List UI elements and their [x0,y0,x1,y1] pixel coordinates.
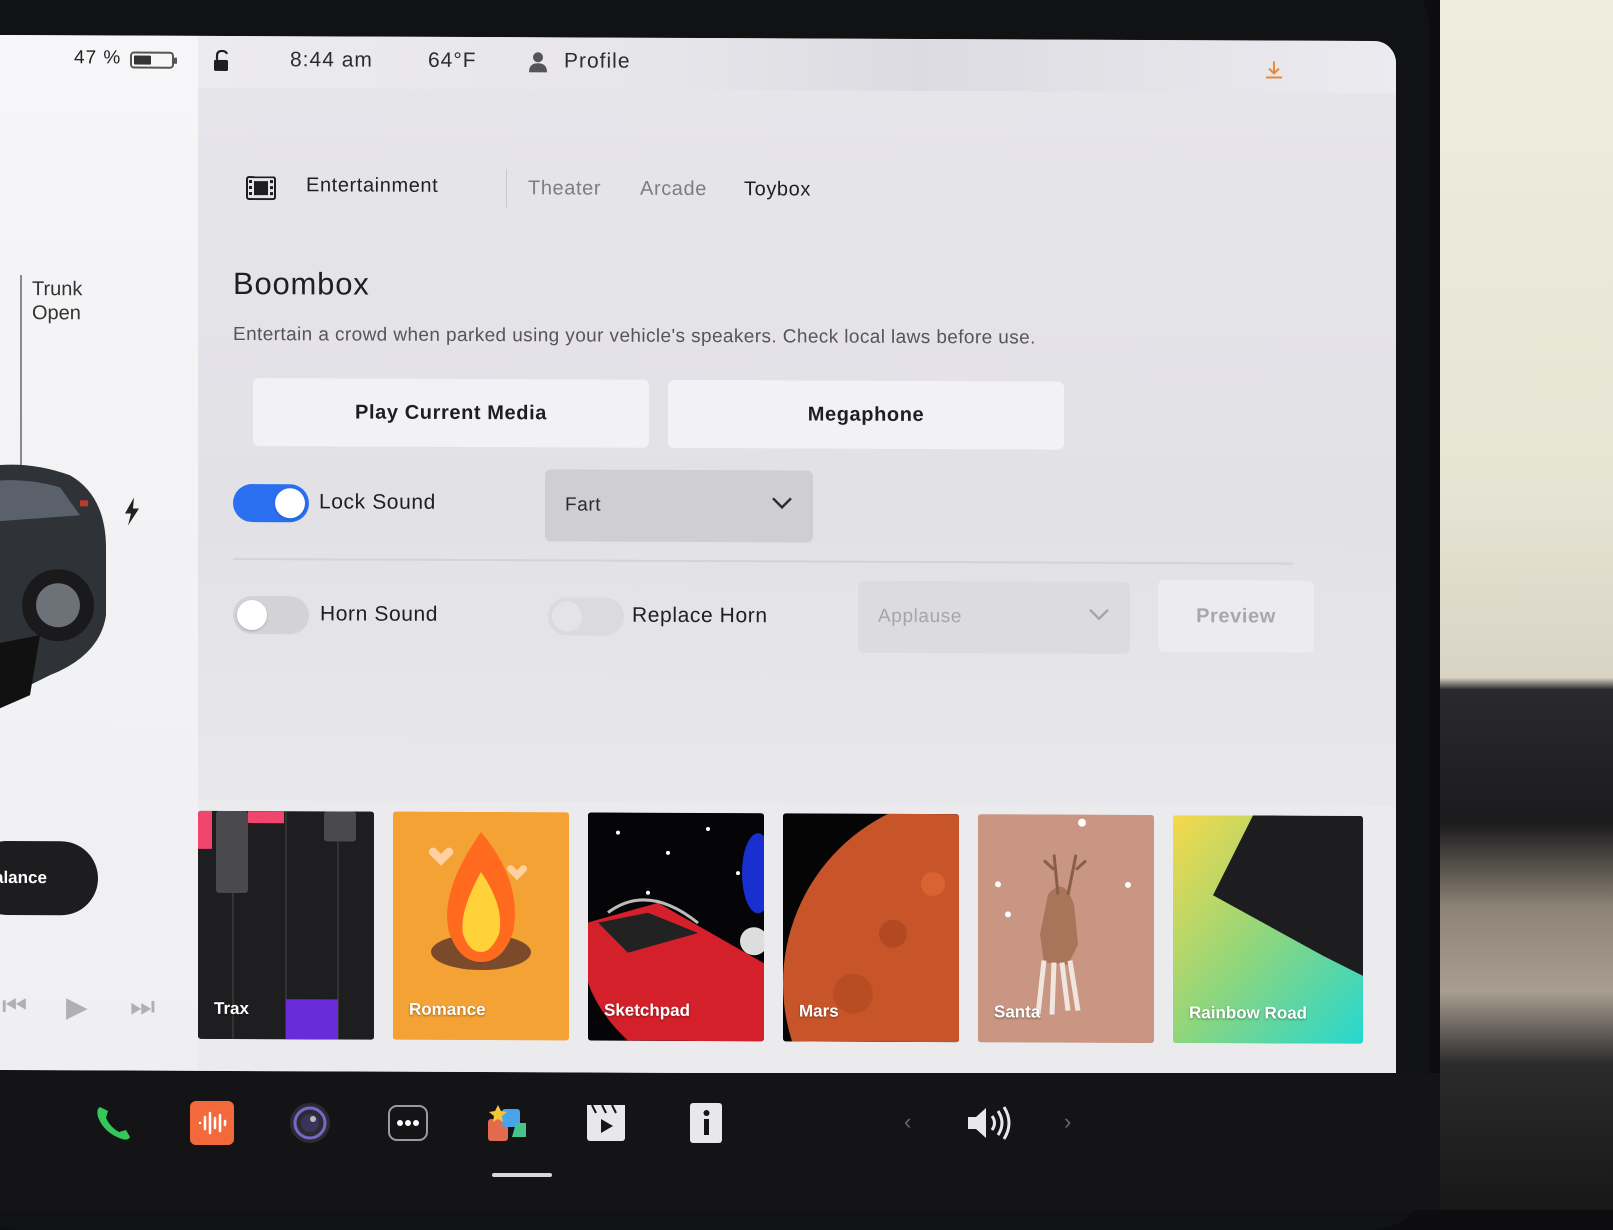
megaphone-label: Megaphone [807,402,925,426]
tile-sketchpad[interactable]: Sketchpad [588,812,764,1042]
trunk-indicator-line [20,275,22,476]
tab-toybox[interactable]: Toybox [744,178,811,201]
toybox-tiles: Trax Romance Sketchpad Mars Santa Rainbo… [198,800,1396,1077]
replace-horn-toggle[interactable] [548,597,624,636]
preview-label: Preview [1196,604,1276,628]
car-status-panel: 47 % Trunk Open alance ⏮ ▶ ⏭ [0,34,199,1071]
horn-sound-value: Applause [878,605,963,628]
toybox-icon[interactable] [486,1101,530,1145]
horn-sound-toggle[interactable] [233,595,309,635]
previous-track-icon[interactable]: ⏮ [2,990,27,1023]
play-current-media-label: Play Current Media [355,401,547,424]
horn-sound-select[interactable]: Applause [858,580,1130,654]
play-icon[interactable]: ▶ [66,990,88,1023]
toggle-knob [552,601,582,632]
tile-romance[interactable]: Romance [393,811,569,1041]
tile-label: Santa [994,1002,1041,1022]
play-current-media-button[interactable]: Play Current Media [253,378,649,448]
tile-santa[interactable]: Santa [978,814,1154,1043]
tile-label: Mars [799,1001,839,1021]
boombox-title: Boombox [233,265,370,302]
toggle-knob [237,599,267,631]
media-controls: ⏮ ▶ ⏭ [0,990,198,1031]
battery-icon [130,51,174,69]
tile-trax[interactable]: Trax [198,810,374,1040]
car-action-button[interactable]: alance [0,840,98,916]
chevron-left-icon[interactable]: ‹ [904,1109,911,1135]
chevron-down-icon [772,497,792,510]
status-bar: 8:44 am 64°F Profile [198,35,1396,94]
charging-bolt-icon [125,497,139,526]
clock: 8:44 am [290,48,373,72]
tab-arcade[interactable]: Arcade [640,178,707,201]
boombox-description: Entertain a crowd when parked using your… [233,323,1036,349]
nav-divider [506,169,507,208]
preview-button[interactable]: Preview [1158,580,1314,653]
toybox-panel: Entertainment Theater Arcade Toybox Boom… [198,87,1396,807]
trunk-status[interactable]: Trunk Open [32,277,152,326]
unlocked-icon[interactable] [212,49,234,72]
chevron-down-icon [1089,608,1109,621]
audio-icon[interactable] [190,1101,234,1145]
trunk-status-label: Trunk Open [32,278,83,325]
film-icon [246,176,276,201]
megaphone-button[interactable]: Megaphone [668,379,1064,450]
horn-sound-label: Horn Sound [320,602,439,626]
camera-icon[interactable] [288,1101,332,1145]
touchscreen: 47 % Trunk Open alance ⏮ ▶ ⏭ 8:44 am 64°… [0,34,1396,1077]
theater-icon[interactable] [584,1101,628,1145]
tile-label: Sketchpad [604,1000,690,1020]
next-track-icon[interactable]: ⏭ [130,991,155,1024]
tile-rainbow-road[interactable]: Rainbow Road [1173,815,1363,1044]
dock: ‹ › [0,1073,1440,1210]
lock-sound-value: Fart [565,494,602,516]
lock-sound-toggle[interactable] [233,483,309,523]
row-divider [233,557,1293,565]
phone-icon[interactable] [92,1101,136,1145]
manual-icon[interactable] [684,1101,728,1145]
chevron-right-icon[interactable]: › [1064,1109,1071,1135]
entertainment-title: Entertainment [306,174,439,197]
car-image [0,464,106,755]
tile-mars[interactable]: Mars [783,813,959,1043]
tab-theater[interactable]: Theater [528,177,601,200]
toggle-knob [275,488,305,519]
tile-label: Trax [214,998,249,1019]
outside-temperature: 64°F [428,48,477,73]
volume-icon[interactable] [964,1101,1016,1145]
profile-button[interactable]: Profile [564,49,631,73]
battery-percent: 47 % [74,47,122,69]
lock-sound-select[interactable]: Fart [545,469,813,543]
replace-horn-label: Replace Horn [632,603,768,628]
profile-icon[interactable] [528,51,548,73]
car-interior-background [1440,0,1613,1210]
car-action-label: alance [0,867,47,888]
download-icon[interactable] [1264,60,1284,80]
tile-label: Rainbow Road [1189,1003,1308,1023]
tile-label: Romance [409,999,486,1020]
lock-sound-label: Lock Sound [319,490,436,514]
more-icon[interactable] [386,1101,430,1145]
active-app-indicator [492,1173,552,1177]
